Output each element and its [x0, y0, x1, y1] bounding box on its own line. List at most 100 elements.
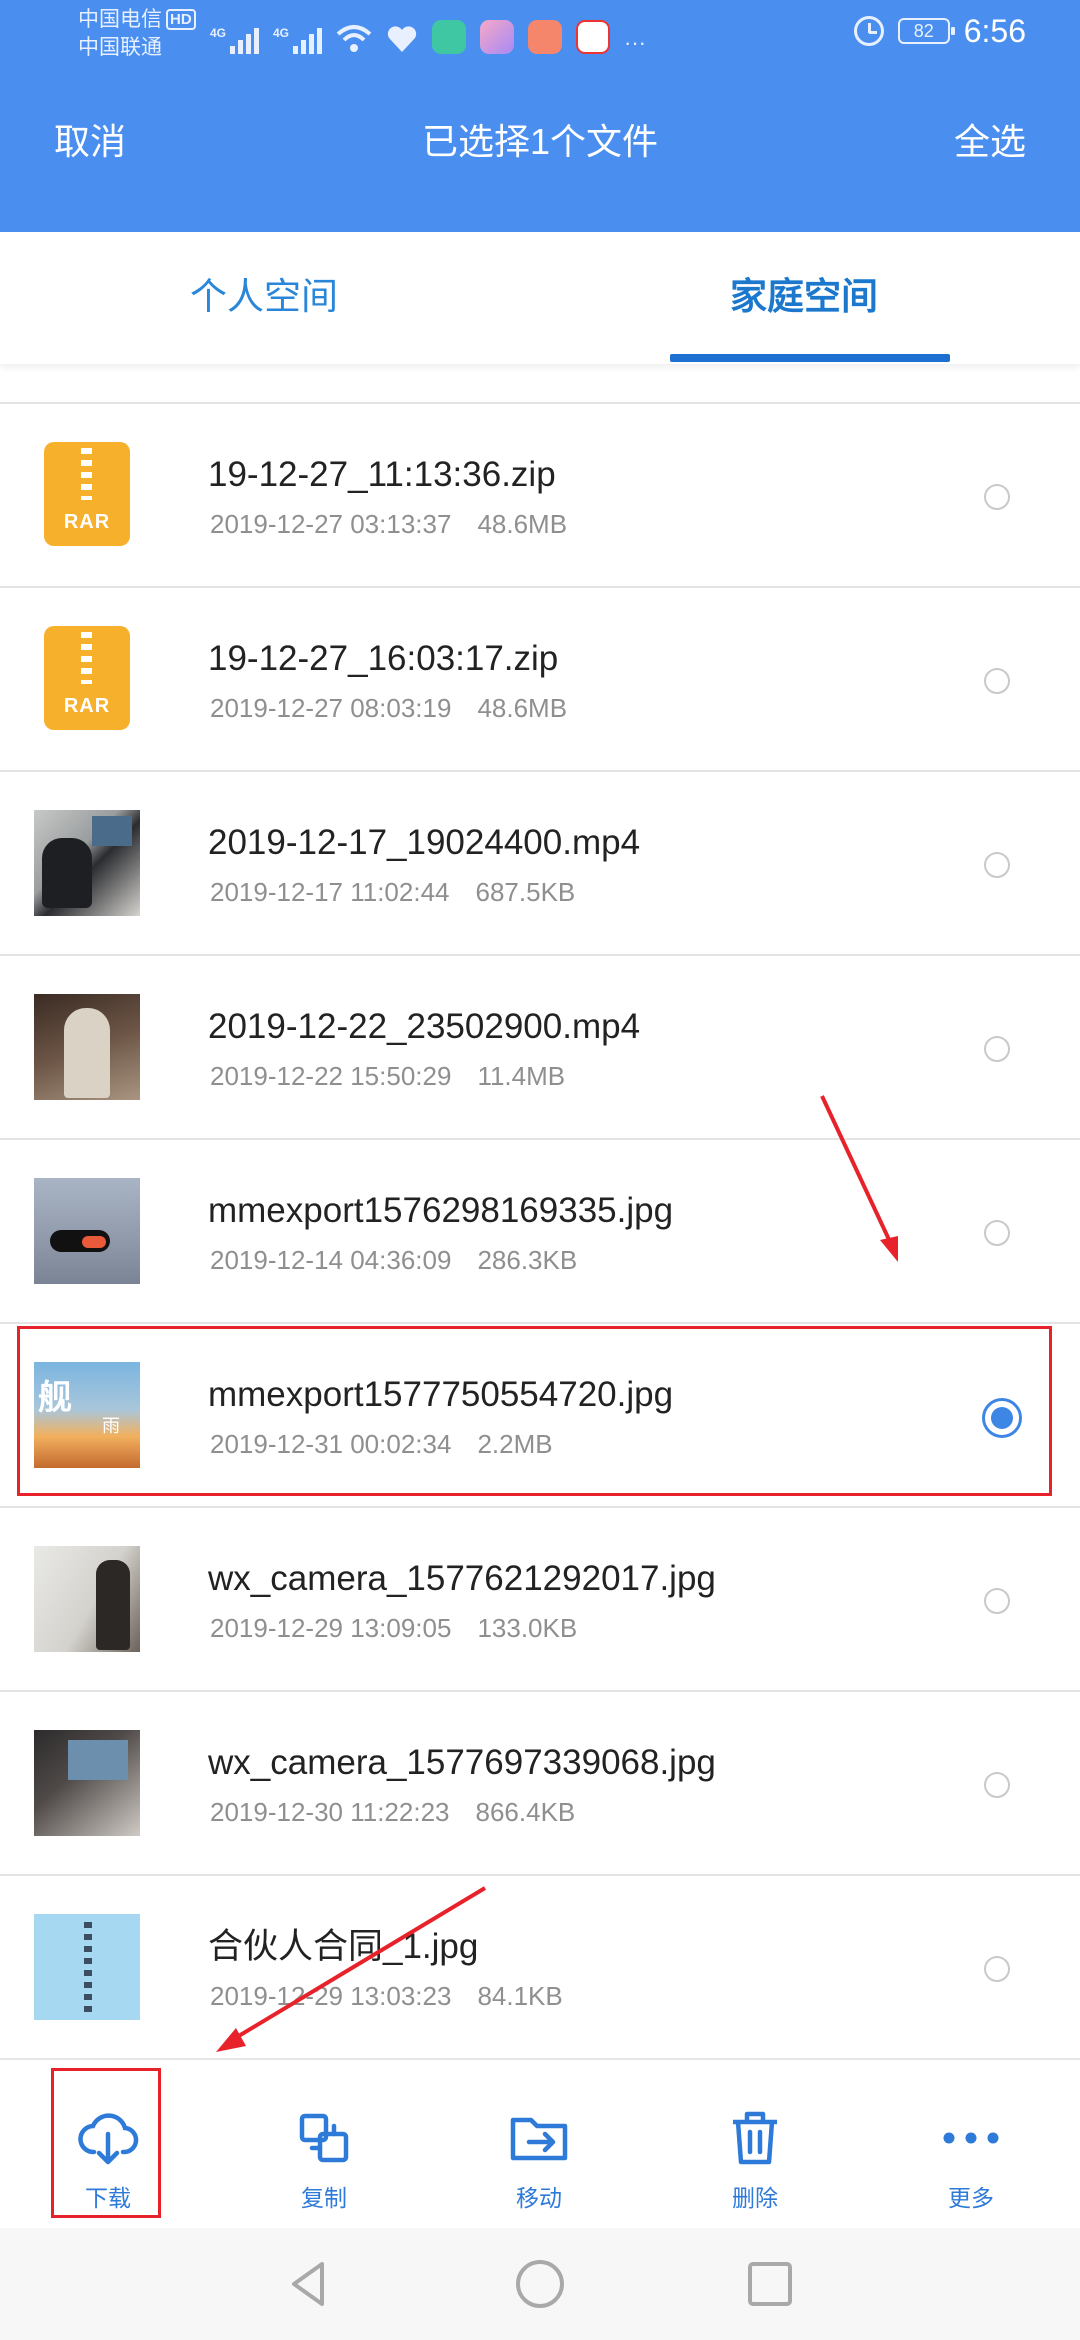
rar-label: RAR: [63, 695, 111, 717]
file-meta: 2019-12-14 04:36:09 286.3KB: [210, 1244, 577, 1276]
select-radio[interactable]: [984, 1588, 1010, 1614]
recent-apps-icon[interactable]: [742, 2256, 798, 2312]
video-thumbnail: [34, 994, 140, 1100]
file-name: 19-12-27_16:03:17.zip: [208, 639, 559, 678]
battery-icon: 82: [897, 18, 955, 44]
file-size: 48.6MB: [477, 693, 568, 723]
delete-label: 删除: [732, 2185, 778, 2211]
file-size: 687.5KB: [475, 877, 576, 907]
cancel-button[interactable]: 取消: [54, 120, 126, 164]
file-row[interactable]: RAR 19-12-27_16:03:17.zip 2019-12-27 08:…: [0, 588, 1080, 772]
select-radio[interactable]: [984, 1036, 1010, 1062]
status-bar: 中国电信 HD 中国联通 4G 4G ··· 82 6:56: [0, 0, 1080, 74]
tab-personal-space[interactable]: 个人空间: [190, 274, 338, 320]
hd-badge: HD: [166, 9, 196, 30]
carrier-info: 中国电信 HD 中国联通: [78, 6, 196, 62]
action-toolbar: 下载 复制 移动 删除 更多: [0, 2058, 1080, 2228]
home-icon[interactable]: [512, 2256, 568, 2312]
status-right: 82 6:56: [853, 13, 1026, 49]
app-notification-icon-2: [480, 20, 514, 54]
file-meta: 2019-12-30 11:22:23 866.4KB: [210, 1796, 575, 1828]
copy-label: 复制: [301, 2185, 347, 2211]
file-meta: 2019-12-29 13:03:23 84.1KB: [210, 1980, 563, 2012]
more-label: 更多: [948, 2185, 994, 2211]
file-name: wx_camera_1577621292017.jpg: [208, 1559, 716, 1598]
move-button[interactable]: 移动: [479, 2060, 599, 2230]
file-size: 84.1KB: [477, 1981, 563, 2011]
file-date: 2019-12-30 11:22:23: [210, 1797, 450, 1827]
thumbnail-small-text: 雨: [102, 1416, 120, 1436]
page-title: 已选择1个文件: [421, 121, 659, 162]
move-label: 移动: [516, 2185, 562, 2211]
select-all-button[interactable]: 全选: [954, 120, 1026, 164]
select-radio[interactable]: [984, 1956, 1010, 1982]
image-thumbnail: [34, 1178, 140, 1284]
image-thumbnail: [34, 1914, 140, 2020]
carrier-2: 中国联通: [78, 36, 162, 59]
select-radio[interactable]: [984, 1772, 1010, 1798]
copy-button[interactable]: 复制: [264, 2060, 384, 2230]
status-icons: 4G 4G ···: [210, 14, 646, 54]
file-date: 2019-12-31 00:02:34: [210, 1429, 452, 1459]
rar-label: RAR: [63, 511, 111, 533]
select-radio[interactable]: [984, 484, 1010, 510]
file-name: wx_camera_1577697339068.jpg: [208, 1743, 716, 1782]
signal-icon-2: 4G: [273, 26, 322, 54]
image-thumbnail: [34, 1546, 140, 1652]
image-thumbnail: 舰雨: [34, 1362, 140, 1468]
select-radio[interactable]: [984, 668, 1010, 694]
move-folder-icon: [510, 2117, 568, 2161]
file-name: 2019-12-22_23502900.mp4: [208, 1007, 641, 1046]
file-row-selected[interactable]: 舰雨 mmexport1577750554720.jpg 2019-12-31 …: [0, 1324, 1080, 1508]
video-thumbnail: [34, 810, 140, 916]
more-button[interactable]: 更多: [911, 2060, 1031, 2230]
download-label: 下载: [85, 2185, 131, 2211]
file-size: 48.6MB: [477, 509, 568, 539]
file-date: 2019-12-27 08:03:19: [210, 693, 452, 723]
file-size: 286.3KB: [477, 1245, 578, 1275]
clock: 6:56: [963, 13, 1026, 49]
select-radio[interactable]: [984, 1220, 1010, 1246]
file-meta: 2019-12-27 03:13:37 48.6MB: [210, 508, 567, 540]
file-date: 2019-12-17 11:02:44: [210, 877, 450, 907]
select-radio-checked[interactable]: [982, 1398, 1022, 1438]
file-row[interactable]: wx_camera_1577621292017.jpg 2019-12-29 1…: [0, 1508, 1080, 1692]
file-meta: 2019-12-29 13:09:05 133.0KB: [210, 1612, 577, 1644]
file-meta: 2019-12-31 00:02:34 2.2MB: [210, 1428, 553, 1460]
system-nav-bar: [0, 2228, 1080, 2340]
file-size: 2.2MB: [477, 1429, 553, 1459]
file-meta: 2019-12-17 11:02:44 687.5KB: [210, 876, 575, 908]
file-row[interactable]: 合伙人合同_1.jpg 2019-12-29 13:03:23 84.1KB: [0, 1876, 1080, 2060]
image-thumbnail: [34, 1730, 140, 1836]
network-type-2: 4G: [273, 26, 290, 40]
file-row[interactable]: RAR 19-12-27_11:13:36.zip 2019-12-27 03:…: [0, 404, 1080, 588]
file-name: 19-12-27_11:13:36.zip: [208, 455, 556, 494]
select-radio[interactable]: [984, 852, 1010, 878]
file-meta: 2019-12-27 08:03:19 48.6MB: [210, 692, 567, 724]
space-tabs: 个人空间 家庭空间: [0, 232, 1080, 364]
file-date: 2019-12-14 04:36:09: [210, 1245, 452, 1275]
thumbnail-glyph: 舰: [38, 1378, 72, 1418]
back-icon[interactable]: [282, 2256, 338, 2312]
tab-family-space[interactable]: 家庭空间: [730, 274, 878, 320]
rar-file-icon: RAR: [44, 626, 130, 730]
sina-icon: [576, 20, 610, 54]
download-button[interactable]: 下载: [48, 2060, 168, 2230]
file-row[interactable]: wx_camera_1577697339068.jpg 2019-12-30 1…: [0, 1692, 1080, 1876]
file-row[interactable]: mmexport1576298169335.jpg 2019-12-14 04:…: [0, 1140, 1080, 1324]
file-row[interactable]: 2019-12-22_23502900.mp4 2019-12-22 15:50…: [0, 956, 1080, 1140]
more-notifications-icon: ···: [624, 30, 646, 55]
file-name: mmexport1576298169335.jpg: [208, 1191, 674, 1230]
app-notification-icon-3: [528, 20, 562, 54]
app-header: 中国电信 HD 中国联通 4G 4G ··· 82 6:56 已选择1个文件 取…: [0, 0, 1080, 232]
download-cloud-icon: [78, 2113, 139, 2165]
health-icon: [387, 26, 417, 52]
alarm-icon: [853, 16, 884, 46]
trash-icon: [733, 2111, 777, 2165]
file-list: RAR 19-12-27_11:13:36.zip 2019-12-27 03:…: [0, 404, 1080, 2060]
delete-button[interactable]: 删除: [695, 2060, 815, 2230]
file-row[interactable]: 2019-12-17_19024400.mp4 2019-12-17 11:02…: [0, 772, 1080, 956]
file-date: 2019-12-22 15:50:29: [210, 1061, 452, 1091]
file-date: 2019-12-29 13:03:23: [210, 1981, 452, 2011]
wifi-icon: [336, 25, 372, 52]
